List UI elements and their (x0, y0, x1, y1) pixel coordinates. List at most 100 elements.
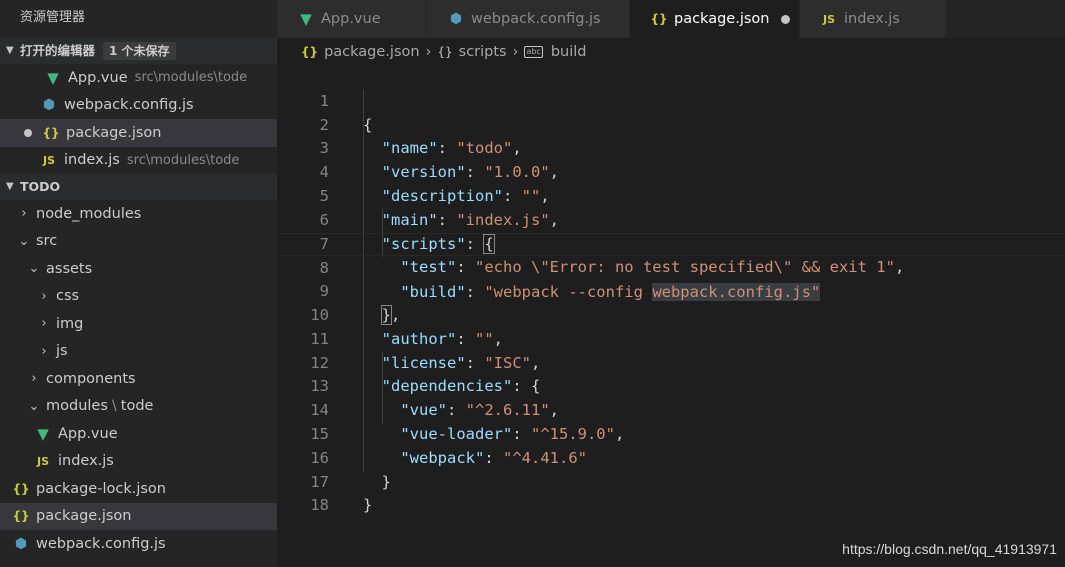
folder-name: src (36, 233, 58, 250)
json-icon: {} (301, 45, 319, 59)
tree-components[interactable]: › components (0, 365, 277, 393)
file-name: index.js (64, 152, 120, 169)
json-icon: {} (650, 12, 668, 26)
tree-package-lock[interactable]: {} package-lock.json (0, 475, 277, 503)
explorer-sidebar: 资源管理器 ▼ 打开的编辑器 1 个未保存 ▼ App.vue src\modu… (0, 0, 277, 567)
string-icon: abc (524, 46, 543, 58)
json-icon: {} (42, 125, 60, 140)
folder-name: node_modules (36, 205, 142, 222)
file-name: webpack.config.js (36, 535, 166, 552)
code-line: 11 "license": "ISC", (310, 329, 541, 372)
tree-img[interactable]: › img (0, 310, 277, 338)
tree-src[interactable]: ⌄ src (0, 228, 277, 256)
breadcrumb: {} package.json › {} scripts › abc build (277, 38, 1065, 66)
vue-icon: ▼ (47, 68, 59, 87)
file-name: webpack.config.js (64, 97, 194, 114)
tree-modules-tode[interactable]: ⌄ modules \ tode (0, 393, 277, 421)
tree-webpack-config[interactable]: ⬢ webpack.config.js (0, 530, 277, 558)
code-line: 7 "test": "echo \"Error: no test specifi… (319, 234, 905, 277)
folder-name: components (46, 370, 136, 387)
file-name: App.vue (58, 425, 118, 442)
tree-app-vue[interactable]: ▼ App.vue (0, 420, 277, 448)
chevron-down-icon: ▼ (6, 181, 14, 192)
webpack-icon: ⬢ (449, 11, 463, 27)
open-editors-header[interactable]: ▼ 打开的编辑器 1 个未保存 (0, 38, 277, 64)
code-line: 13 "vue": "^2.6.11", (310, 377, 560, 420)
tab-index-js[interactable]: JS index.js (800, 0, 947, 38)
file-name: package.json (36, 508, 132, 525)
open-editor-index-js[interactable]: JS index.js src\modules\tode (0, 147, 277, 175)
code-line: 6 "scripts": { (319, 210, 495, 254)
file-path: src\modules\tode (126, 152, 240, 168)
vue-icon: ▼ (37, 424, 49, 443)
folder-name: css (56, 288, 80, 305)
code-line: 15 "webpack": "^4.41.6" (310, 424, 587, 467)
folder-name: js (56, 343, 68, 360)
unsaved-dot-icon[interactable] (781, 14, 791, 24)
project-label: TODO (20, 179, 61, 194)
tab-label: package.json (674, 11, 770, 27)
open-editors-label: 打开的编辑器 (20, 43, 96, 58)
tree-js[interactable]: › js (0, 338, 277, 366)
code-line: 14 "vue-loader": "^15.9.0", (310, 401, 625, 443)
code-line-current: 8 "build": "webpack --config webpack.con… (277, 232, 1065, 302)
tree-css[interactable]: › css (0, 283, 277, 311)
folder-name: img (56, 315, 84, 332)
tab-app-vue[interactable]: ▼ App.vue (277, 0, 427, 38)
open-editor-webpack-config[interactable]: ⬢ webpack.config.js (0, 92, 277, 120)
file-name: package-lock.json (36, 480, 166, 497)
code-line: 2 "name": "todo", (319, 115, 522, 158)
code-line: 16 } (310, 448, 392, 491)
json-icon: {} (12, 509, 30, 524)
folder-name: assets (46, 260, 93, 277)
tab-webpack-config[interactable]: ⬢ webpack.config.js (427, 0, 630, 38)
chevron-right-icon: › (21, 206, 27, 222)
webpack-icon: ⬢ (14, 535, 28, 552)
vue-icon: ▼ (300, 10, 312, 28)
chevron-down-icon: ⌄ (28, 398, 40, 414)
chevron-right-icon: › (41, 343, 47, 359)
code-line: 1 { (319, 91, 373, 134)
watermark: https://blog.csdn.net/qq_41913971 (842, 541, 1057, 557)
unsaved-dot-icon (24, 128, 32, 137)
chevron-down-icon: ▼ (6, 45, 14, 56)
breadcrumb-file[interactable]: package.json (324, 44, 419, 60)
tab-package-json[interactable]: {} package.json (630, 0, 800, 38)
file-path: src\modules\tode (134, 70, 248, 86)
json-icon: {} (12, 481, 30, 496)
webpack-icon: ⬢ (42, 97, 56, 114)
file-name: package.json (66, 124, 162, 141)
tree-index-js[interactable]: JS index.js (0, 448, 277, 476)
open-editor-app-vue[interactable]: ▼ App.vue src\modules\tode (0, 64, 277, 92)
unsaved-badge: 1 个未保存 (103, 42, 176, 60)
open-editor-package-json[interactable]: {} package.json (0, 119, 277, 147)
object-icon: {} (437, 45, 453, 59)
file-name: index.js (58, 453, 114, 470)
code-line: 18 (310, 496, 329, 515)
code-line: 5 "main": "index.js", (319, 186, 560, 229)
tree-package-json[interactable]: {} package.json (0, 502, 277, 530)
chevron-right-icon: › (41, 316, 47, 332)
chevron-down-icon: ⌄ (28, 261, 40, 277)
code-editor[interactable]: 1 { 2 "name": "todo", 3 "version": "1.0.… (277, 66, 1065, 567)
project-header[interactable]: ▼ TODO (0, 174, 277, 200)
chevron-right-icon: › (512, 44, 519, 60)
code-line: 4 "description": "", (319, 163, 550, 205)
tab-label: App.vue (321, 11, 381, 27)
editor-tabs: ▼ App.vue ⬢ webpack.config.js {} package… (277, 0, 1065, 38)
tree-assets[interactable]: ⌄ assets (0, 255, 277, 283)
js-icon: JS (822, 12, 835, 26)
chevron-down-icon: ⌄ (18, 233, 30, 249)
tree-node-modules[interactable]: › node_modules (0, 200, 277, 228)
breadcrumb-section[interactable]: scripts (459, 44, 507, 60)
tab-label: index.js (844, 11, 900, 27)
folder-name: tode (120, 398, 154, 415)
code-line: 9 }, (319, 282, 401, 325)
js-icon: JS (36, 454, 49, 468)
code-line: 10 "author": "", (310, 305, 504, 348)
code-line: 17 } (310, 472, 373, 515)
tab-label: webpack.config.js (471, 11, 601, 27)
chevron-right-icon: › (31, 371, 37, 387)
breadcrumb-item[interactable]: build (551, 44, 587, 60)
chevron-right-icon: › (425, 44, 432, 60)
